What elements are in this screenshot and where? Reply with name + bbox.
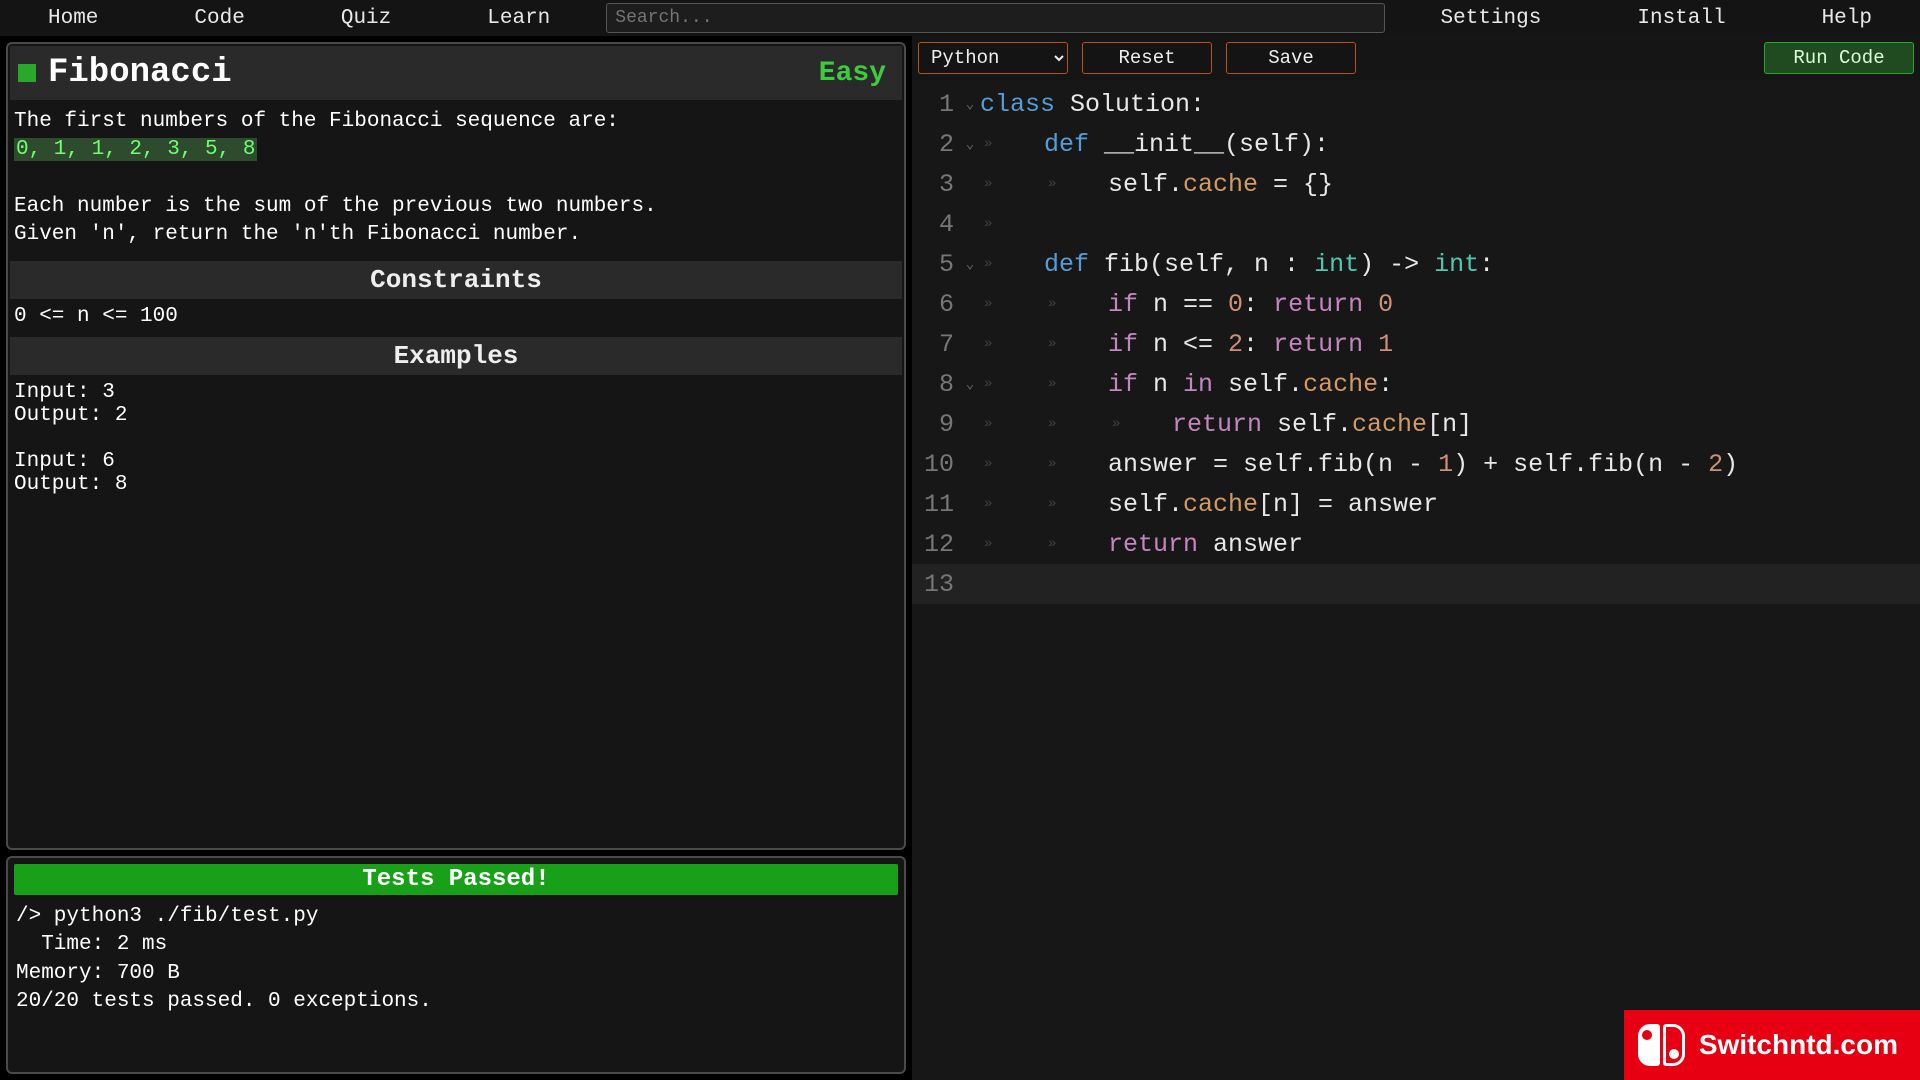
- indent-guides: »»: [980, 176, 1108, 192]
- nav-quiz[interactable]: Quiz: [293, 1, 439, 36]
- code-line[interactable]: 8⌄»»if n in self.cache:: [912, 364, 1920, 404]
- editor-column: Python Reset Save Run Code 1⌄class Solut…: [912, 36, 1920, 1080]
- line-number: 3: [912, 170, 960, 199]
- fold-chevron-icon[interactable]: ⌄: [960, 376, 980, 393]
- watermark: Switchntd.com: [1624, 1010, 1920, 1080]
- indent-guides: »»: [980, 456, 1108, 472]
- difficulty-label: Easy: [819, 58, 894, 89]
- line-number: 10: [912, 450, 960, 479]
- code-line[interactable]: 7 »»if n <= 2: return 1: [912, 324, 1920, 364]
- code-text: answer = self.fib(n - 1) + self.fib(n - …: [1108, 450, 1738, 479]
- line-number: 6: [912, 290, 960, 319]
- line-number: 13: [912, 570, 960, 599]
- fold-chevron-icon[interactable]: ⌄: [960, 96, 980, 113]
- indent-guides: »»: [980, 496, 1108, 512]
- code-line[interactable]: 3 »»self.cache = {}: [912, 164, 1920, 204]
- search-input[interactable]: [606, 3, 1384, 33]
- line-number: 7: [912, 330, 960, 359]
- code-text: self.cache[n] = answer: [1108, 490, 1438, 519]
- line-number: 11: [912, 490, 960, 519]
- code-text: return self.cache[n]: [1172, 410, 1472, 439]
- indent-guides: »»: [980, 376, 1108, 392]
- console-output: /> python3 ./fib/test.py Time: 2 ms Memo…: [10, 899, 902, 1020]
- nav-left: Home Code Quiz Learn: [0, 1, 598, 36]
- code-editor[interactable]: 1⌄class Solution:2⌄»def __init__(self):3…: [912, 80, 1920, 1080]
- indent-guides: »»: [980, 536, 1108, 552]
- reset-button[interactable]: Reset: [1082, 42, 1212, 74]
- nav-right: Settings Install Help: [1393, 1, 1920, 36]
- code-line[interactable]: 2⌄»def __init__(self):: [912, 124, 1920, 164]
- code-line[interactable]: 13: [912, 564, 1920, 604]
- code-line[interactable]: 11 »»self.cache[n] = answer: [912, 484, 1920, 524]
- line-number: 5: [912, 250, 960, 279]
- problem-description: The first numbers of the Fibonacci seque…: [10, 100, 902, 258]
- run-code-button[interactable]: Run Code: [1764, 42, 1914, 74]
- code-line[interactable]: 12 »»return answer: [912, 524, 1920, 564]
- constraints-header: Constraints: [10, 261, 902, 299]
- indent-guides: »»: [980, 296, 1108, 312]
- line-number: 12: [912, 530, 960, 559]
- code-line[interactable]: 1⌄class Solution:: [912, 84, 1920, 124]
- tests-status-bar: Tests Passed!: [14, 864, 898, 895]
- nav-install[interactable]: Install: [1589, 1, 1773, 36]
- sequence-highlight: 0, 1, 1, 2, 3, 5, 8: [14, 138, 257, 161]
- line-number: 1: [912, 90, 960, 119]
- indent-guides: »»»: [980, 416, 1172, 432]
- nav-settings[interactable]: Settings: [1393, 1, 1590, 36]
- examples-header: Examples: [10, 337, 902, 375]
- nav-code[interactable]: Code: [146, 1, 292, 36]
- code-text: def __init__(self):: [1044, 130, 1329, 159]
- indent-guides: »: [980, 256, 1044, 272]
- problem-title-bar: Fibonacci Easy: [10, 46, 902, 100]
- line-number: 2: [912, 130, 960, 159]
- code-text: def fib(self, n : int) -> int:: [1044, 250, 1494, 279]
- watermark-text: Switchntd.com: [1699, 1029, 1898, 1061]
- indent-guides: »: [980, 136, 1044, 152]
- nav-learn[interactable]: Learn: [439, 1, 598, 36]
- save-button[interactable]: Save: [1226, 42, 1356, 74]
- fold-chevron-icon[interactable]: ⌄: [960, 256, 980, 273]
- switch-logo-icon: [1638, 1024, 1685, 1066]
- constraints-text: 0 <= n <= 100: [10, 299, 902, 334]
- nav-help[interactable]: Help: [1774, 1, 1920, 36]
- language-select[interactable]: Python: [918, 42, 1068, 74]
- code-line[interactable]: 10 »»answer = self.fib(n - 1) + self.fib(…: [912, 444, 1920, 484]
- code-text: if n == 0: return 0: [1108, 290, 1393, 319]
- code-line[interactable]: 4»: [912, 204, 1920, 244]
- nav-home[interactable]: Home: [0, 1, 146, 36]
- problem-title: Fibonacci: [48, 54, 232, 92]
- code-line[interactable]: 6 »»if n == 0: return 0: [912, 284, 1920, 324]
- code-text: class Solution:: [980, 90, 1205, 119]
- examples-text: Input: 3 Output: 2 Input: 6 Output: 8: [10, 375, 902, 502]
- fold-chevron-icon[interactable]: ⌄: [960, 136, 980, 153]
- code-text: self.cache = {}: [1108, 170, 1333, 199]
- search-wrap: [598, 3, 1392, 33]
- editor-toolbar: Python Reset Save Run Code: [912, 36, 1920, 80]
- console-panel: Tests Passed! /> python3 ./fib/test.py T…: [6, 856, 906, 1074]
- code-text: if n in self.cache:: [1108, 370, 1393, 399]
- code-line[interactable]: 9 »»»return self.cache[n]: [912, 404, 1920, 444]
- line-number: 9: [912, 410, 960, 439]
- code-text: if n <= 2: return 1: [1108, 330, 1393, 359]
- code-text: return answer: [1108, 530, 1303, 559]
- line-number: 4: [912, 210, 960, 239]
- indent-guides: »»: [980, 336, 1108, 352]
- code-line[interactable]: 5⌄»def fib(self, n : int) -> int:: [912, 244, 1920, 284]
- topbar: Home Code Quiz Learn Settings Install He…: [0, 0, 1920, 36]
- line-number: 8: [912, 370, 960, 399]
- problem-panel: Fibonacci Easy The first numbers of the …: [6, 42, 906, 850]
- indent-guides: »: [980, 216, 1044, 232]
- difficulty-square-icon: [18, 64, 36, 82]
